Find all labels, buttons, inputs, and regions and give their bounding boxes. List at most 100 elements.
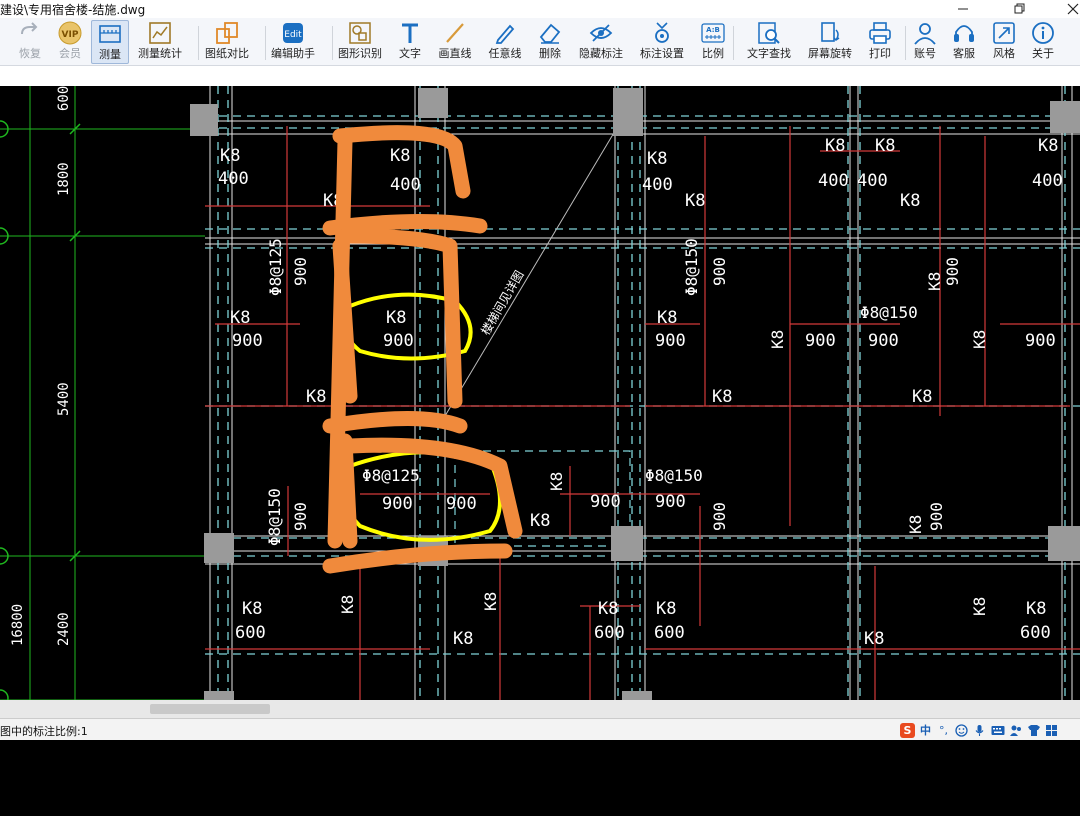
column [204, 533, 234, 563]
toolbar-label: 关于 [1032, 47, 1054, 60]
toolbar-button-compare[interactable]: 图纸对比 [202, 20, 252, 64]
toolbar-button-style[interactable]: 风格 [984, 20, 1024, 64]
toolbar-button-rotate-screen[interactable]: 屏幕旋转 [805, 20, 855, 64]
column [418, 88, 448, 118]
beam-label: K8 [1038, 136, 1058, 156]
beam-label: K8 [338, 595, 357, 614]
compare-icon [214, 20, 240, 46]
measure-icon [97, 21, 123, 47]
minimize-button[interactable] [940, 0, 986, 18]
axis-bubble [0, 689, 9, 700]
toolbar-label: 屏幕旋转 [808, 47, 852, 60]
ime-lang[interactable]: 中 [918, 723, 933, 738]
dimension-label: 400 [642, 175, 673, 195]
drawing-canvas[interactable]: 600 1800 5400 2400 16800 楼梯间见详图 K8 400 K8 400 K8 40… [0, 86, 1080, 700]
beam-label: K8 [875, 136, 895, 156]
horizontal-scrollbar[interactable] [0, 700, 1080, 718]
toolbar-label: 风格 [993, 47, 1015, 60]
dimension-label: 400 [218, 169, 249, 189]
status-bar: 图中的标注比例:1 S 中 °, [0, 718, 1080, 740]
dimension-label: 900 [655, 331, 686, 351]
text-search-icon [756, 20, 782, 46]
title-bar: 建设\专用宿舍楼-结施.dwg [0, 0, 1080, 18]
dimension-label: 16800 [10, 604, 26, 646]
sogou-logo-icon[interactable]: S [900, 722, 915, 738]
rebar-label: Φ8@150 [860, 303, 918, 322]
toolbar-label: 比例 [702, 47, 724, 60]
toolbar-button-hide-eye[interactable]: 隐藏标注 [577, 20, 625, 64]
dimension-label: 600 [235, 623, 266, 643]
restore-button[interactable] [996, 0, 1042, 18]
column [622, 691, 652, 700]
drawing-svg[interactable]: 600 1800 5400 2400 16800 楼梯间见详图 K8 400 K8 400 K8 40… [0, 86, 1080, 700]
toolbar-label: 删除 [539, 47, 561, 60]
column [190, 104, 218, 136]
dimension-label: 900 [590, 492, 621, 512]
print-icon [867, 20, 893, 46]
toolbar-button-headset[interactable]: 客服 [944, 20, 984, 64]
toolbar-button-shape-recognition[interactable]: 图形识别 [335, 20, 385, 64]
user-icon [912, 20, 938, 46]
toolbar-label: 画直线 [438, 47, 472, 60]
column [1050, 101, 1080, 133]
status-text: 图中的标注比例:1 [0, 725, 88, 738]
toolbar-button-text[interactable]: 文字 [390, 20, 430, 64]
dimension-label: 600 [654, 623, 685, 643]
shape-recognition-icon [347, 20, 373, 46]
orange-markup-stroke [337, 433, 358, 549]
beam-label: K8 [306, 387, 326, 407]
beam-label: K8 [481, 592, 500, 611]
redo-icon [17, 20, 43, 46]
beam-label: K8 [825, 136, 845, 156]
rebar-label: Φ8@150 [682, 238, 701, 296]
toolbar-button-scale[interactable]: A:B 比例 [693, 20, 733, 64]
beam-label: K8 [900, 191, 920, 211]
toolbar-button-redo[interactable]: 恢复 [10, 20, 50, 64]
pen-icon [492, 20, 518, 46]
dimension-label: 400 [857, 171, 888, 191]
beam-label: K8 [912, 387, 932, 407]
window-title: 建设\专用宿舍楼-结施.dwg [0, 3, 146, 17]
beam-label: K8 [970, 330, 989, 349]
toolbar-button-vip[interactable]: VIP 会员 [50, 20, 90, 64]
toolbar-label: 文字查找 [747, 47, 791, 60]
beam-label: K8 [1026, 599, 1046, 619]
toolbar-button-user[interactable]: 账号 [905, 20, 945, 64]
text-icon [397, 20, 423, 46]
toolbar-button-info[interactable]: 关于 [1023, 20, 1063, 64]
keyboard-icon[interactable] [990, 723, 1005, 738]
beam-label: K8 [925, 272, 944, 291]
toolbar-label: 会员 [59, 47, 81, 60]
info-icon [1030, 20, 1056, 46]
microphone-icon[interactable] [972, 723, 987, 738]
close-button[interactable] [1050, 0, 1080, 18]
grid-menu-icon[interactable] [1044, 723, 1059, 738]
toolbar-button-measure-stats[interactable]: 测量统计 [136, 20, 184, 64]
dimension-label: 600 [1020, 623, 1051, 643]
dimension-label: 900 [710, 257, 729, 286]
ime-punct[interactable]: °, [936, 723, 951, 738]
toolbar-label: 测量 [99, 48, 121, 61]
toolbar-button-annotation-settings[interactable]: 标注设置 [637, 20, 687, 64]
column [611, 526, 643, 561]
beam-label: K8 [712, 387, 732, 407]
skin-icon[interactable] [1026, 723, 1041, 738]
toolbar-button-edit-assistant[interactable]: Edit 编辑助手 [268, 20, 318, 64]
toolbar-button-pen[interactable]: 任意线 [485, 20, 525, 64]
toolbar-button-eraser[interactable]: 删除 [530, 20, 570, 64]
user-group-icon[interactable] [1008, 723, 1023, 738]
toolbar-button-print[interactable]: 打印 [860, 20, 900, 64]
toolbar-label: 任意线 [488, 47, 522, 60]
dimension-label: 900 [927, 502, 946, 531]
scrollbar-thumb[interactable] [150, 704, 270, 714]
toolbar-button-measure[interactable]: 测量 [91, 20, 129, 64]
dimension-label: 2400 [56, 612, 72, 646]
toolbar-button-line[interactable]: 画直线 [435, 20, 475, 64]
beam-label: K8 [390, 146, 410, 166]
emoji-icon[interactable] [954, 723, 969, 738]
dimension-label: 900 [446, 494, 477, 514]
toolbar-label: 隐藏标注 [579, 47, 623, 60]
dimension-label: 400 [1032, 171, 1063, 191]
toolbar-button-text-search[interactable]: 文字查找 [744, 20, 794, 64]
toolbar-separator [733, 26, 734, 60]
